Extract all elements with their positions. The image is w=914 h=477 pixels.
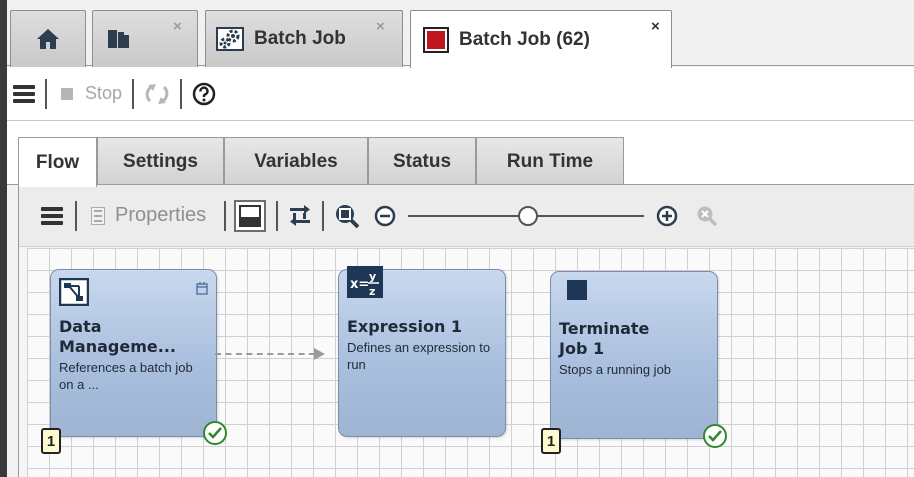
- toolbar-divider: [276, 200, 279, 231]
- properties-button[interactable]: Properties: [87, 204, 206, 227]
- close-icon[interactable]: ×: [651, 18, 660, 35]
- tab-folders[interactable]: ×: [92, 10, 198, 67]
- toolbar-divider: [45, 78, 47, 109]
- zoom-slider-thumb[interactable]: [518, 205, 539, 226]
- tab-batch-job[interactable]: Batch Job ×: [205, 10, 403, 67]
- menu-icon[interactable]: [13, 84, 35, 103]
- view-tab-bar: Flow Settings Variables Status Run Time: [7, 121, 914, 187]
- data-management-icon: [59, 278, 89, 306]
- reset-zoom-icon[interactable]: [696, 205, 718, 227]
- folders-icon: [108, 30, 129, 48]
- stop-square-icon: [423, 26, 449, 53]
- properties-icon: [91, 206, 105, 225]
- expression-icon: x= y z: [347, 266, 383, 298]
- toolbar-divider: [180, 78, 183, 109]
- auto-arrange-icon[interactable]: [288, 204, 312, 228]
- document-tab-bar: × Batch Job × Batch Job (62) ×: [7, 0, 914, 68]
- stop-button[interactable]: Stop: [57, 83, 122, 104]
- node-badge: 1: [541, 428, 561, 454]
- tab-label: Batch Job (62): [459, 28, 590, 50]
- refresh-icon[interactable]: [144, 81, 170, 107]
- flow-node-expression[interactable]: x= y z Expression 1 Defines an expressio…: [338, 266, 506, 437]
- flow-toolbar: Properties: [19, 185, 914, 247]
- node-description: References a batch job on a ...: [59, 360, 193, 392]
- help-icon[interactable]: [192, 82, 216, 106]
- close-icon[interactable]: ×: [376, 18, 385, 35]
- toggle-details-button[interactable]: [234, 199, 267, 232]
- panel-layout-icon: [239, 204, 262, 227]
- tab-variables[interactable]: Variables: [224, 137, 368, 185]
- tab-label: Batch Job: [254, 28, 346, 49]
- stop-icon: [61, 87, 73, 100]
- menu-icon[interactable]: [41, 206, 63, 225]
- properties-label: Properties: [115, 204, 207, 226]
- zoom-in-icon[interactable]: [656, 205, 678, 227]
- flow-node-terminate-job[interactable]: Terminate Job 1 Stops a running job: [550, 271, 718, 439]
- svg-text:y: y: [369, 270, 376, 283]
- connector-line: [215, 353, 315, 355]
- tab-flow[interactable]: Flow: [18, 137, 97, 187]
- terminate-icon: [567, 280, 587, 300]
- node-description: Defines an expression to run: [347, 340, 491, 372]
- home-icon: [37, 29, 59, 49]
- tab-home[interactable]: [10, 10, 86, 67]
- node-title: Expression 1: [347, 317, 463, 336]
- close-icon[interactable]: ×: [173, 18, 182, 35]
- node-description: Stops a running job: [559, 362, 672, 377]
- node-title: Data Manageme...: [59, 317, 176, 356]
- calendar-icon: [196, 282, 208, 295]
- svg-text:z: z: [369, 285, 375, 298]
- zoom-slider[interactable]: [408, 203, 645, 229]
- flow-node-data-management[interactable]: Data Manageme... References a batch job …: [50, 269, 217, 437]
- completed-check-icon: [203, 421, 227, 445]
- stop-label: Stop: [85, 83, 123, 103]
- main-toolbar: Stop: [7, 67, 914, 121]
- toolbar-divider: [132, 78, 135, 109]
- completed-check-icon: [703, 424, 727, 448]
- tab-batch-job-62[interactable]: Batch Job (62) ×: [410, 10, 672, 68]
- tab-settings[interactable]: Settings: [97, 137, 224, 185]
- node-badge: 1: [41, 428, 61, 454]
- node-title: Terminate Job 1: [559, 319, 650, 358]
- connector-arrowhead: [314, 348, 325, 360]
- tab-run-time[interactable]: Run Time: [476, 137, 624, 185]
- tab-status[interactable]: Status: [368, 137, 476, 185]
- toolbar-divider: [224, 200, 227, 231]
- toolbar-divider: [75, 200, 77, 231]
- toolbar-divider: [322, 200, 325, 231]
- zoom-out-icon[interactable]: [374, 205, 396, 227]
- gears-icon: [216, 27, 244, 51]
- svg-text:x=: x=: [350, 277, 369, 292]
- zoom-to-fit-icon[interactable]: [334, 203, 360, 229]
